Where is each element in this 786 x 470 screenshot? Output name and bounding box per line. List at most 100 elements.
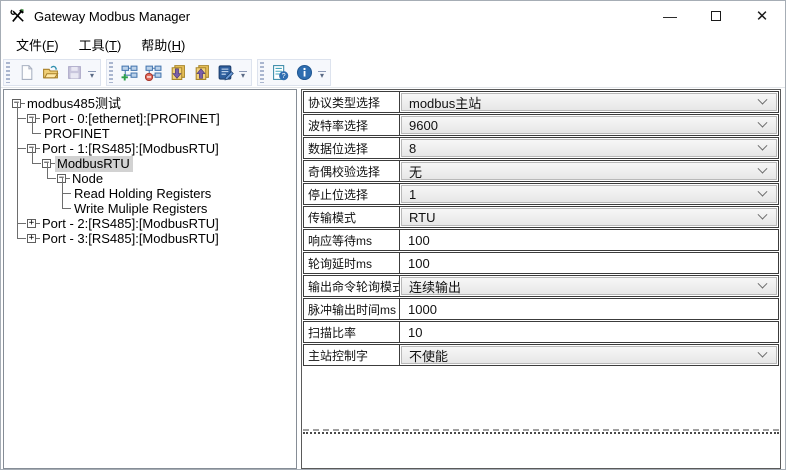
property-label: 脉冲输出时间ms [304,299,400,319]
tree-node[interactable]: Write Muliple Registers [72,201,294,216]
expand-toggle-icon[interactable]: + [27,219,36,228]
property-label: 轮询延时ms [304,253,400,273]
help-list-button[interactable]: ? [268,61,292,84]
property-row: 主站控制字 不使能 [303,344,779,366]
chevron-down-icon [757,186,768,197]
property-field [400,230,778,250]
main-content: − modbus485测试 − Port - 0:[ethernet]:[PROFIN… [1,88,785,469]
toolbar-grip-handle[interactable] [6,61,10,83]
tree-node[interactable]: − ModbusRTU [42,155,294,172]
property-label: 奇偶校验选择 [304,161,400,181]
add-node-button[interactable] [117,61,141,84]
property-field [400,253,778,273]
tree-node-label-selected[interactable]: ModbusRTU [55,155,133,172]
property-label: 输出命令轮询模式 [304,276,400,296]
property-panel: 协议类型选择 modbus主站 波特率选择 9600 数据位选择 8 奇偶校验选择无停止位选… [301,89,781,469]
property-field: modbus主站 [400,92,778,112]
menu-help[interactable]: 帮助(H) [134,32,192,57]
toolbar-group: ? ▾ [257,58,332,86]
tree-node-label[interactable]: Node [70,171,106,187]
property-row: 波特率选择 9600 [303,114,779,136]
about-info-icon [296,64,312,80]
tree-node[interactable]: PROFINET [42,126,294,141]
tree-node-label[interactable]: Port - 0:[ethernet]:[PROFINET] [40,111,223,127]
save-icon [67,65,81,79]
tree-node[interactable]: + Port - 2:[RS485]:[ModbusRTU] [27,216,294,231]
property-row: 脉冲输出时间ms [303,298,779,320]
property-field: 9600 [400,115,778,135]
property-label: 数据位选择 [304,138,400,158]
property-row: 奇偶校验选择无 [303,160,779,182]
property-label: 波特率选择 [304,115,400,135]
tree-node-label[interactable]: modbus485测试 [25,96,124,112]
upload-config-icon [195,64,209,80]
tree-node[interactable]: − Node [57,171,294,186]
toolbar-overflow-button[interactable]: ▾ [239,70,248,82]
tree-node[interactable]: − Port - 0:[ethernet]:[PROFINET] [27,111,294,126]
new-document-icon [21,64,32,80]
text-input[interactable] [401,300,777,318]
text-input[interactable] [401,254,777,272]
tree-node[interactable]: − modbus485测试 [12,96,294,111]
expand-toggle-icon[interactable]: + [27,234,36,243]
combo-select[interactable]: 9600 [401,116,777,134]
menu-tools[interactable]: 工具(T) [72,32,129,57]
edit-notes-icon [218,64,234,80]
tree-node-label[interactable]: Port - 1:[RS485]:[ModbusRTU] [40,141,222,157]
property-label: 主站控制字 [304,345,400,365]
toolbar-overflow-button[interactable]: ▾ [88,70,97,82]
upload-config-button[interactable] [189,61,213,84]
app-logo-icon [10,8,24,22]
tree-node-label[interactable]: Read Holding Registers [72,186,214,202]
property-label: 停止位选择 [304,184,400,204]
property-row: 扫描比率 [303,321,779,343]
combo-select[interactable]: 无 [401,162,777,180]
combo-select[interactable]: 连续输出 [401,277,777,295]
toolbar-overflow-button[interactable]: ▾ [318,70,327,82]
maximize-button[interactable] [693,1,739,31]
combo-value: 1 [409,186,417,202]
combo-select[interactable]: 不使能 [401,346,777,364]
property-row: 响应等待ms [303,229,779,251]
about-info-button[interactable] [292,61,316,84]
tree-node[interactable]: Read Holding Registers [72,186,294,201]
toolbar-grip-handle[interactable] [109,61,114,83]
combo-select[interactable]: modbus主站 [401,93,777,111]
tree-node-label[interactable]: Port - 3:[RS485]:[ModbusRTU] [40,231,222,247]
svg-text:?: ? [281,71,285,80]
combo-value: 无 [409,164,423,180]
toolbar-group: ▾ [106,58,253,86]
remove-node-button[interactable] [141,61,165,84]
text-input[interactable] [401,323,777,341]
tree-node[interactable]: + Port - 3:[RS485]:[ModbusRTU] [27,231,294,246]
remove-node-icon [144,65,161,81]
help-list-icon: ? [272,64,288,80]
device-tree-panel: − modbus485测试 − Port - 0:[ethernet]:[PROFIN… [3,89,297,469]
combo-value: RTU [409,209,436,225]
toolbar-grip-handle[interactable] [260,61,265,83]
title-bar: Gateway Modbus Manager — ✕ [1,1,785,31]
property-field [400,299,778,319]
menu-file[interactable]: 文件(F) [9,32,66,57]
close-button[interactable]: ✕ [739,1,785,31]
open-project-button[interactable] [38,61,62,84]
combo-select[interactable]: 1 [401,185,777,203]
combo-value: 不使能 [409,348,449,364]
save-button[interactable] [62,61,86,84]
tree-node-label[interactable]: Write Muliple Registers [72,201,210,217]
edit-notes-button[interactable] [213,61,237,84]
tree-node-label[interactable]: PROFINET [42,126,113,142]
tree-node-label[interactable]: Port - 2:[RS485]:[ModbusRTU] [40,216,222,232]
text-input[interactable] [401,231,777,249]
toolbar: ▾ ▾? ▾ [1,57,785,88]
minimize-button[interactable]: — [647,1,693,31]
download-config-icon [171,64,185,80]
combo-select[interactable]: 8 [401,139,777,157]
combo-select[interactable]: RTU [401,208,777,226]
new-document-button[interactable] [14,61,38,84]
combo-value: modbus主站 [409,95,482,111]
maximize-icon [711,11,721,21]
download-config-button[interactable] [165,61,189,84]
chevron-down-icon [757,347,768,358]
tree-node[interactable]: − Port - 1:[RS485]:[ModbusRTU] [27,141,294,156]
